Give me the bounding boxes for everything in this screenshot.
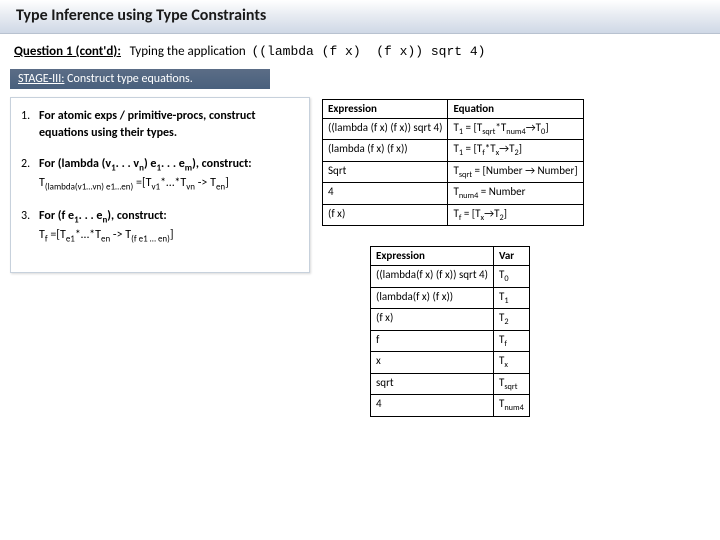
table-cell: T1 = [Tf*Tx→T2] (448, 140, 583, 162)
rule-number: 1. (21, 108, 39, 142)
table-cell: T1 = [Tsqrt*Tnum4→T0] (448, 118, 583, 140)
rule-item: 2.For (lambda (v1. . . vn) e1. . . em), … (21, 156, 299, 194)
question-text: Typing the application (124, 44, 249, 59)
table-row: ((lambda(f x) (f x)) sqrt 4)T0 (371, 266, 530, 288)
rule-body: For (f e1. . . en), construct:Tf =[Te1*…… (39, 208, 299, 246)
tables-column: ExpressionEquation((lambda (f x) (f x)) … (310, 89, 584, 417)
table-cell: Sqrt (323, 161, 448, 183)
rule-body: For atomic exps / primitive-procs, const… (39, 108, 299, 142)
table-row: (f x)T2 (371, 309, 530, 331)
table-cell: Tx (493, 352, 529, 374)
table-cell: (f x) (371, 309, 494, 331)
table-cell: sqrt (371, 373, 494, 395)
table-cell: (f x) (323, 204, 448, 226)
table-header: Expression (371, 247, 494, 266)
rule-number: 3. (21, 208, 39, 246)
rule-item: 3.For (f e1. . . en), construct:Tf =[Te1… (21, 208, 299, 246)
table-cell: x (371, 352, 494, 374)
table-row: (f x)Tf = [Tx→T2] (323, 204, 584, 226)
table-cell: (lambda (f x) (f x)) (323, 140, 448, 162)
table-cell: Tf (493, 330, 529, 352)
stage-text: Construct type equations. (64, 72, 192, 86)
table-cell: Tsqrt (493, 373, 529, 395)
table-row: (lambda(f x) (f x))T1 (371, 287, 530, 309)
rule-item: 1.For atomic exps / primitive-procs, con… (21, 108, 299, 142)
rules-box: 1.For atomic exps / primitive-procs, con… (10, 97, 310, 273)
table-header: Var (493, 247, 529, 266)
table-cell: Tnum4 = Number (448, 183, 583, 205)
table-row: xTx (371, 352, 530, 374)
question-code: ((lambda (f x) (f x)) sqrt 4) (251, 44, 485, 59)
table-row: SqrtTsqrt = [Number → Number] (323, 161, 584, 183)
table-row: 4Tnum4 = Number (323, 183, 584, 205)
stage-prefix: STAGE-III: (18, 72, 64, 86)
question-label: Question 1 (cont'd): (14, 44, 121, 59)
table-cell: Tf = [Tx→T2] (448, 204, 583, 226)
table-cell: f (371, 330, 494, 352)
page-title: Type Inference using Type Constraints (16, 6, 704, 25)
equation-table: ExpressionEquation((lambda (f x) (f x)) … (322, 99, 584, 226)
table-cell: Tnum4 (493, 395, 529, 417)
table-cell: ((lambda (f x) (f x)) sqrt 4) (323, 118, 448, 140)
table-row: sqrtTsqrt (371, 373, 530, 395)
table-row: fTf (371, 330, 530, 352)
question-row: Question 1 (cont'd): Typing the applicat… (0, 34, 720, 65)
table-cell: (lambda(f x) (f x)) (371, 287, 494, 309)
table-cell: T1 (493, 287, 529, 309)
table-row: 4Tnum4 (371, 395, 530, 417)
var-table: ExpressionVar((lambda(f x) (f x)) sqrt 4… (370, 246, 530, 416)
table-cell: T0 (493, 266, 529, 288)
table-cell: 4 (371, 395, 494, 417)
title-bar: Type Inference using Type Constraints (0, 0, 720, 34)
table-cell: 4 (323, 183, 448, 205)
rule-body: For (lambda (v1. . . vn) e1. . . em), co… (39, 156, 299, 194)
rule-number: 2. (21, 156, 39, 194)
table-header: Expression (323, 100, 448, 119)
table-row: (lambda (f x) (f x))T1 = [Tf*Tx→T2] (323, 140, 584, 162)
table-header: Equation (448, 100, 583, 119)
table-cell: T2 (493, 309, 529, 331)
table-cell: ((lambda(f x) (f x)) sqrt 4) (371, 266, 494, 288)
table-row: ((lambda (f x) (f x)) sqrt 4)T1 = [Tsqrt… (323, 118, 584, 140)
stage-bar: STAGE-III: Construct type equations. (10, 69, 270, 89)
table-cell: Tsqrt = [Number → Number] (448, 161, 583, 183)
content-area: 1.For atomic exps / primitive-procs, con… (0, 89, 720, 417)
